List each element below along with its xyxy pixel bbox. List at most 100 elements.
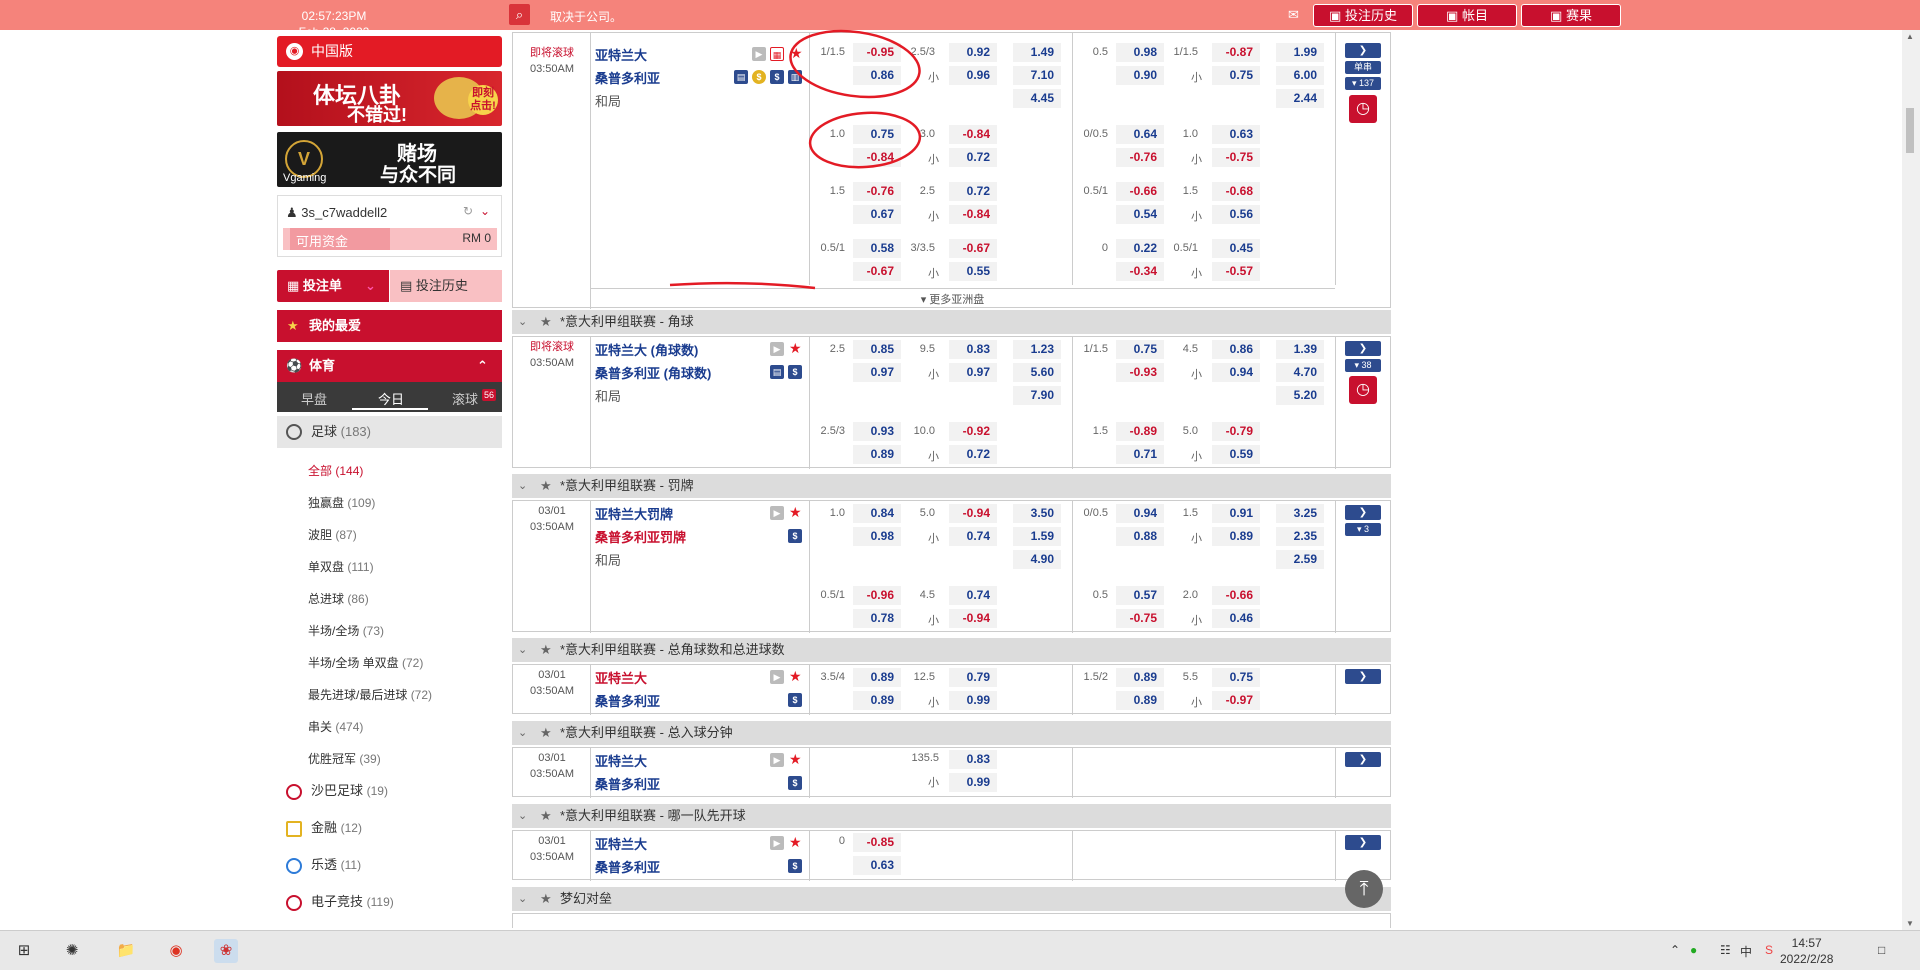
cash-icon[interactable]: $ [788, 859, 802, 873]
windows-start-icon[interactable]: ⊞ [12, 939, 36, 963]
subitem-correct-score[interactable]: 波胆 (87) [308, 526, 357, 543]
odds-cell[interactable]: 0.89 [853, 691, 901, 710]
odds-cell[interactable]: 0.75 [1212, 668, 1260, 687]
market-count-badge[interactable]: ▾ 38 [1345, 359, 1381, 372]
sport-saba-soccer[interactable]: 沙巴足球 (19) [277, 776, 502, 806]
favorite-star-icon[interactable]: ★ [789, 668, 802, 685]
odds-cell[interactable]: -0.93 [1116, 363, 1164, 382]
away-team[interactable]: 桑普多利亚 [595, 68, 660, 87]
odds-cell[interactable]: 0.89 [1116, 691, 1164, 710]
odds-cell[interactable]: 0.85 [853, 340, 901, 359]
cash-icon[interactable]: $ [788, 693, 802, 707]
odds-cell[interactable]: 0.72 [949, 445, 997, 464]
more-markets-button[interactable]: ❯ [1345, 341, 1381, 356]
video-icon[interactable]: ▶ [770, 670, 784, 684]
away-team[interactable]: 桑普多利亚 [595, 691, 660, 710]
more-markets-button[interactable]: ❯ [1345, 835, 1381, 850]
odds-cell[interactable]: 0.55 [949, 262, 997, 281]
odds-cell[interactable]: 0.83 [949, 750, 997, 769]
subitem-ht-ft[interactable]: 半场/全场 (73) [308, 622, 384, 639]
market-count-badge[interactable]: ▾ 3 [1345, 523, 1381, 536]
odds-cell[interactable]: 0.98 [1116, 43, 1164, 62]
odds-cell[interactable]: 0.99 [949, 773, 997, 792]
odds-cell[interactable]: 0.89 [853, 445, 901, 464]
alarm-clock-icon[interactable]: ◷ [1349, 376, 1377, 404]
mail-icon[interactable]: ✉ [1288, 7, 1299, 23]
subitem-parlay[interactable]: 串关 (474) [308, 718, 363, 735]
sogou-icon[interactable]: S [1765, 943, 1773, 957]
odds-cell[interactable]: 0.94 [1116, 504, 1164, 523]
more-markets-button[interactable]: ❯ [1345, 669, 1381, 684]
odds-cell[interactable]: 4.45 [1013, 89, 1061, 108]
odds-cell[interactable]: 0.84 [853, 504, 901, 523]
chevron-down-icon[interactable]: ⌄ [480, 204, 490, 218]
odds-cell[interactable]: 5.20 [1276, 386, 1324, 405]
alarm-clock-icon[interactable]: ◷ [1349, 95, 1377, 123]
tab-live[interactable]: 滚球 [452, 389, 478, 408]
chevron-up-icon[interactable]: ⌃ [1670, 943, 1680, 957]
single-parlay-button[interactable]: 单串 [1345, 61, 1381, 74]
odds-cell[interactable]: -0.85 [853, 833, 901, 852]
odds-cell[interactable]: 0.79 [949, 668, 997, 687]
odds-cell[interactable]: -0.92 [949, 422, 997, 441]
cash-icon[interactable]: $ [788, 776, 802, 790]
away-team[interactable]: 桑普多利亚 [595, 857, 660, 876]
scoreboard-icon[interactable]: ▤ [734, 70, 748, 84]
subitem-ht-ft-odd-even[interactable]: 半场/全场 单双盘 (72) [308, 654, 423, 671]
odds-cell[interactable]: 0.97 [853, 363, 901, 382]
subitem-moneyline[interactable]: 独赢盘 (109) [308, 494, 375, 511]
home-team[interactable]: 亚特兰大 [595, 834, 647, 853]
video-icon[interactable]: ▶ [770, 506, 784, 520]
odds-cell[interactable]: 0.91 [1212, 504, 1260, 523]
odds-cell[interactable]: 1.49 [1013, 43, 1061, 62]
home-team[interactable]: 亚特兰大 (角球数) [595, 340, 698, 359]
away-team[interactable]: 桑普多利亚 [595, 774, 660, 793]
odds-cell[interactable]: 0.63 [1212, 125, 1260, 144]
odds-cell[interactable]: 0.75 [1116, 340, 1164, 359]
odds-cell[interactable]: 0.22 [1116, 239, 1164, 258]
sport-soccer[interactable]: 足球 (183) [277, 416, 502, 448]
more-markets-button[interactable]: ❯ [1345, 43, 1381, 58]
refresh-icon[interactable]: ↻ [463, 204, 473, 218]
chrome-icon[interactable]: ◉ [164, 939, 188, 963]
odds-cell[interactable]: 3.50 [1013, 504, 1061, 523]
video-icon[interactable]: ▶ [770, 342, 784, 356]
sport-esports[interactable]: 电子竞技 (119) [277, 887, 502, 917]
odds-cell[interactable]: 2.35 [1276, 527, 1324, 546]
odds-cell[interactable]: 0.86 [1212, 340, 1260, 359]
section-header-corners-goals[interactable]: ⌄ ★ *意大利甲组联赛 - 总角球数和总进球数 [512, 638, 1391, 662]
market-count-badge[interactable]: ▾ 137 [1345, 77, 1381, 90]
section-header-cards[interactable]: ⌄ ★ *意大利甲组联赛 - 罚牌 [512, 474, 1391, 498]
odds-cell[interactable]: 0.78 [853, 609, 901, 628]
odds-cell[interactable]: 0.90 [1116, 66, 1164, 85]
video-icon[interactable]: ▶ [770, 753, 784, 767]
odds-cell[interactable]: 0.71 [1116, 445, 1164, 464]
bet-history-tab[interactable]: ▤ 投注历史 [390, 270, 502, 302]
subitem-first-last-goal[interactable]: 最先进球/最后进球 (72) [308, 686, 432, 703]
odds-cell[interactable]: 4.90 [1013, 550, 1061, 569]
odds-cell[interactable]: 0.75 [1212, 66, 1260, 85]
section-header-goal-minutes[interactable]: ⌄ ★ *意大利甲组联赛 - 总入球分钟 [512, 721, 1391, 745]
tab-today[interactable]: 今日 [378, 389, 404, 408]
odds-cell[interactable]: -0.89 [1116, 422, 1164, 441]
odds-cell[interactable]: 3.25 [1276, 504, 1324, 523]
browser-app-icon[interactable]: ❀ [214, 939, 238, 963]
odds-cell[interactable]: -0.68 [1212, 182, 1260, 201]
subitem-outright[interactable]: 优胜冠军 (39) [308, 750, 381, 767]
results-button[interactable]: ▣ 赛果 [1521, 4, 1621, 27]
odds-cell[interactable]: -0.34 [1116, 262, 1164, 281]
odds-cell[interactable]: -0.57 [1212, 262, 1260, 281]
video-icon[interactable]: ▶ [770, 836, 784, 850]
more-markets-button[interactable]: ❯ [1345, 752, 1381, 767]
odds-cell[interactable]: 0.46 [1212, 609, 1260, 628]
favorite-star-icon[interactable]: ★ [789, 834, 802, 851]
home-team[interactable]: 亚特兰大 [595, 45, 647, 64]
subitem-all[interactable]: 全部 (144) [308, 462, 363, 479]
tab-early[interactable]: 早盘 [301, 389, 327, 408]
odds-cell[interactable]: 6.00 [1276, 66, 1324, 85]
odds-cell[interactable]: 0.89 [1116, 668, 1164, 687]
odds-cell[interactable]: 0.96 [949, 66, 997, 85]
odds-cell[interactable]: 7.90 [1013, 386, 1061, 405]
odds-cell[interactable]: -0.66 [1116, 182, 1164, 201]
sport-lottery[interactable]: 乐透 (11) [277, 850, 502, 880]
